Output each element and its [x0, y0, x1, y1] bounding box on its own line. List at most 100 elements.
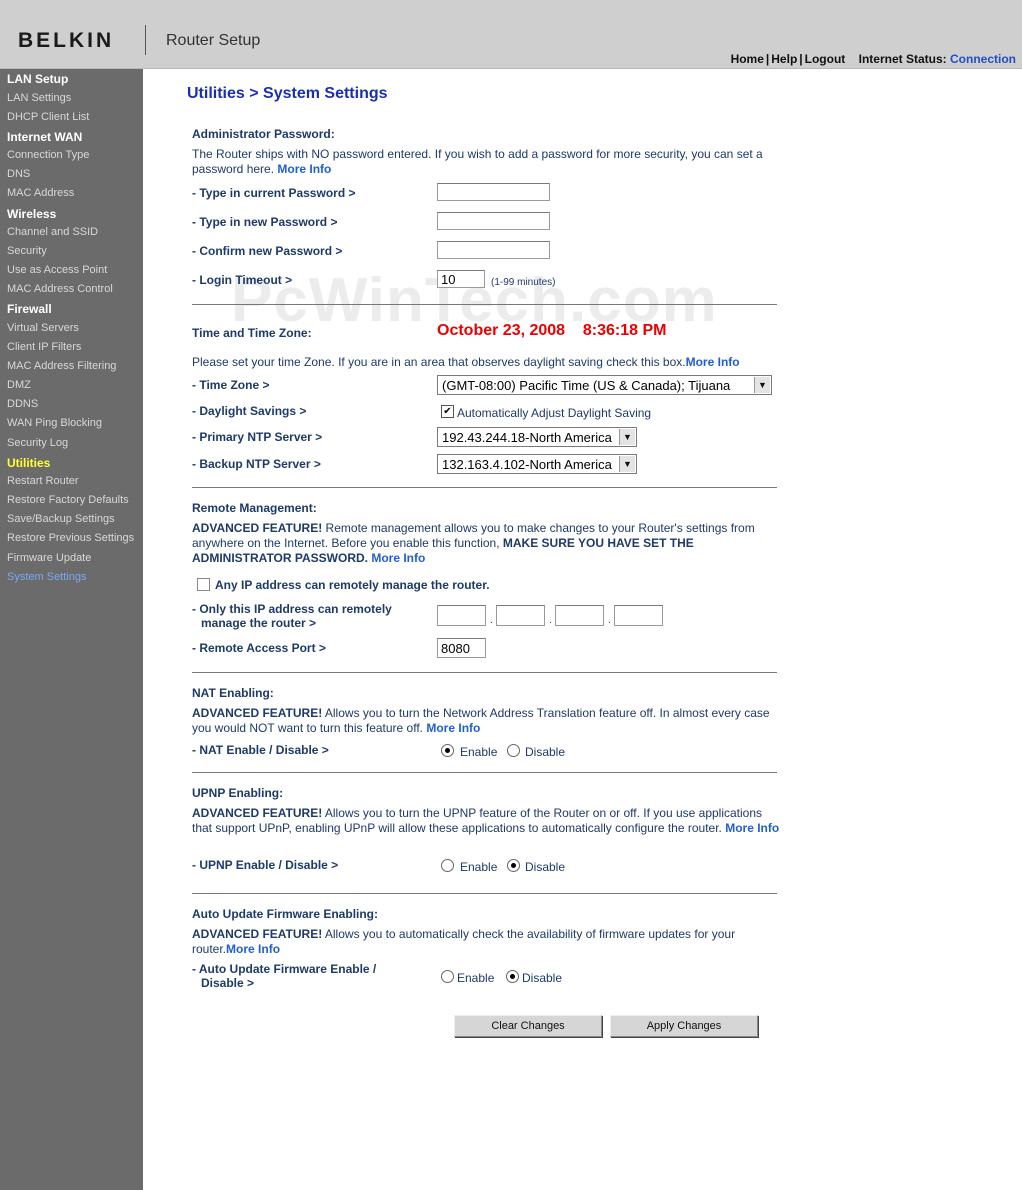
- login-timeout-label: - Login Timeout >: [192, 273, 293, 287]
- upnp-advanced-label: ADVANCED FEATURE!: [192, 806, 323, 820]
- upnp-disable-label: Disable: [525, 860, 566, 874]
- current-password-label: - Type in current Password >: [192, 186, 356, 200]
- sidebar-item-lan-setup[interactable]: LAN Setup: [7, 72, 68, 86]
- autoupdate-disable-radio[interactable]: [506, 970, 519, 983]
- autoupdate-disable-label: Disable: [522, 971, 563, 985]
- any-ip-checkbox[interactable]: [197, 578, 210, 591]
- sidebar-item-dhcp-client-list[interactable]: DHCP Client List: [7, 111, 89, 123]
- sidebar-item-security-log[interactable]: Security Log: [7, 437, 68, 449]
- nat-disable-radio[interactable]: [507, 744, 520, 757]
- upnp-more-info-link[interactable]: More Info: [725, 821, 779, 835]
- chevron-down-icon: ▼: [619, 429, 635, 445]
- confirm-password-input[interactable]: [437, 241, 550, 259]
- clear-changes-button[interactable]: Clear Changes: [454, 1015, 602, 1037]
- nat-heading: NAT Enabling:: [192, 686, 274, 700]
- sidebar-item-ddns[interactable]: DDNS: [7, 398, 38, 410]
- remote-more-info-link[interactable]: More Info: [371, 551, 425, 565]
- primary-ntp-value: 192.43.244.18-North America: [442, 430, 612, 445]
- remote-management-heading: Remote Management:: [192, 501, 317, 515]
- backup-ntp-label: - Backup NTP Server >: [192, 457, 321, 471]
- primary-ntp-select[interactable]: 192.43.244.18-North America ▼: [437, 427, 637, 447]
- autoupdate-desc: ADVANCED FEATURE! Allows you to automati…: [192, 927, 782, 957]
- page-title: Utilities > System Settings: [187, 85, 388, 102]
- time-zone-value: (GMT-08:00) Pacific Time (US & Canada); …: [442, 378, 731, 393]
- sidebar-item-wan-ping-blocking[interactable]: WAN Ping Blocking: [7, 417, 102, 429]
- sidebar: LAN Setup LAN Settings DHCP Client List Int…: [0, 69, 143, 1190]
- time-heading: Time and Time Zone:: [192, 326, 312, 340]
- section-divider: [192, 772, 777, 773]
- only-ip-label: - Only this IP address can remotely manag…: [192, 602, 392, 630]
- sidebar-item-firewall[interactable]: Firewall: [7, 302, 52, 316]
- only-ip-label-line2: manage the router >: [201, 616, 317, 630]
- new-password-label: - Type in new Password >: [192, 215, 338, 229]
- chevron-down-icon: ▼: [754, 377, 770, 393]
- primary-ntp-label: - Primary NTP Server >: [192, 430, 323, 444]
- sidebar-item-mac-address-control[interactable]: MAC Address Control: [7, 283, 113, 295]
- autoupdate-label-line2: Disable >: [201, 976, 255, 990]
- remote-port-input[interactable]: [437, 638, 486, 658]
- sidebar-item-dns[interactable]: DNS: [7, 168, 30, 180]
- nat-toggle-label: - NAT Enable / Disable >: [192, 743, 329, 757]
- login-timeout-hint: (1-99 minutes): [491, 277, 556, 288]
- section-divider: [192, 893, 777, 894]
- sidebar-item-firmware-update[interactable]: Firmware Update: [7, 552, 91, 564]
- ip-octet-1-input[interactable]: [437, 605, 486, 626]
- admin-more-info-link[interactable]: More Info: [277, 162, 331, 176]
- login-timeout-input[interactable]: [437, 270, 485, 288]
- sidebar-item-utilities[interactable]: Utilities: [7, 456, 50, 470]
- ip-octet-3-input[interactable]: [555, 605, 604, 626]
- apply-changes-button[interactable]: Apply Changes: [610, 1015, 758, 1037]
- header-bar: BELKIN Router Setup Home | Help | Logout Int…: [0, 0, 1022, 69]
- autoupdate-more-info-link[interactable]: More Info: [226, 942, 280, 956]
- sidebar-item-restore-factory-defaults[interactable]: Restore Factory Defaults: [7, 494, 129, 506]
- logout-link[interactable]: Logout: [805, 52, 846, 66]
- sidebar-item-client-ip-filters[interactable]: Client IP Filters: [7, 341, 81, 353]
- internet-status-value[interactable]: Connection: [950, 52, 1016, 66]
- autoupdate-advanced-label: ADVANCED FEATURE!: [192, 927, 323, 941]
- sidebar-item-system-settings[interactable]: System Settings: [7, 571, 86, 583]
- nat-more-info-link[interactable]: More Info: [426, 721, 480, 735]
- upnp-disable-radio[interactable]: [507, 859, 520, 872]
- sidebar-item-channel-and-ssid[interactable]: Channel and SSID: [7, 226, 98, 238]
- time-zone-select[interactable]: (GMT-08:00) Pacific Time (US & Canada); …: [437, 375, 772, 395]
- nat-desc: ADVANCED FEATURE! Allows you to turn the…: [192, 706, 782, 736]
- sidebar-item-save-backup-settings[interactable]: Save/Backup Settings: [7, 513, 115, 525]
- remote-port-label: - Remote Access Port >: [192, 641, 326, 655]
- sidebar-item-use-as-access-point[interactable]: Use as Access Point: [7, 264, 107, 276]
- time-desc: Please set your time Zone. If you are in…: [192, 355, 792, 370]
- help-link[interactable]: Help: [771, 52, 797, 66]
- ip-octet-2-input[interactable]: [496, 605, 545, 626]
- sidebar-item-dmz[interactable]: DMZ: [7, 379, 31, 391]
- daylight-savings-option-label: Automatically Adjust Daylight Saving: [457, 406, 652, 420]
- sidebar-item-connection-type[interactable]: Connection Type: [7, 149, 89, 161]
- ip-octet-4-input[interactable]: [614, 605, 663, 626]
- nat-advanced-label: ADVANCED FEATURE!: [192, 706, 323, 720]
- datetime-text: October 23, 2008 8:36:18 PM: [437, 322, 667, 339]
- daylight-savings-checkbox[interactable]: ✔: [441, 405, 454, 418]
- sidebar-item-virtual-servers[interactable]: Virtual Servers: [7, 322, 79, 334]
- sidebar-item-security[interactable]: Security: [7, 245, 47, 257]
- autoupdate-enable-radio[interactable]: [441, 970, 454, 983]
- backup-ntp-select[interactable]: 132.163.4.102-North America ▼: [437, 454, 637, 474]
- sidebar-item-mac-address-filtering[interactable]: MAC Address Filtering: [7, 360, 116, 372]
- sidebar-item-internet-wan[interactable]: Internet WAN: [7, 130, 82, 144]
- remote-advanced-label: ADVANCED FEATURE!: [192, 521, 323, 535]
- sidebar-item-restart-router[interactable]: Restart Router: [7, 475, 79, 487]
- ip-dot: .: [490, 615, 493, 626]
- home-link[interactable]: Home: [731, 52, 764, 66]
- belkin-logo: BELKIN: [18, 29, 115, 52]
- backup-ntp-value: 132.163.4.102-North America: [442, 457, 612, 472]
- sidebar-item-restore-previous-settings[interactable]: Restore Previous Settings: [7, 532, 134, 544]
- time-more-info-link[interactable]: More Info: [686, 355, 740, 369]
- sidebar-item-mac-address[interactable]: MAC Address: [7, 187, 74, 199]
- nat-enable-radio[interactable]: [441, 744, 454, 757]
- autoupdate-toggle-label: - Auto Update Firmware Enable / Disable >: [192, 962, 376, 990]
- new-password-input[interactable]: [437, 212, 550, 230]
- sidebar-item-lan-settings[interactable]: LAN Settings: [7, 92, 71, 104]
- section-divider: [192, 304, 777, 305]
- current-password-input[interactable]: [437, 183, 550, 201]
- header-divider: [145, 25, 146, 55]
- upnp-desc: ADVANCED FEATURE! Allows you to turn the…: [192, 806, 782, 836]
- upnp-enable-radio[interactable]: [441, 859, 454, 872]
- sidebar-item-wireless[interactable]: Wireless: [7, 207, 56, 221]
